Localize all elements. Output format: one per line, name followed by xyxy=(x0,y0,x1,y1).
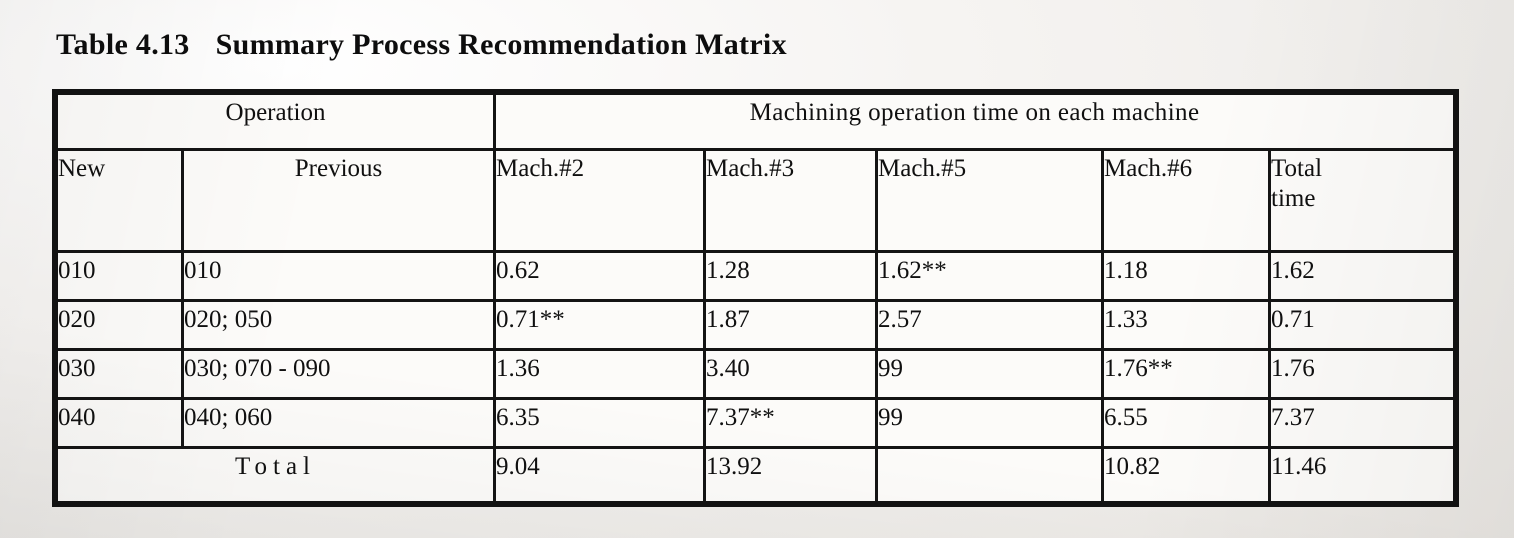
cell-mach5: 99 xyxy=(875,397,1104,449)
table-caption-label: Table 4.13 xyxy=(56,28,190,61)
total-row-label: Total xyxy=(54,446,496,505)
total-mach6: 10.82 xyxy=(1101,446,1271,505)
table-row: 020 020; 050 0.71** 1.87 2.57 1.33 0.71 xyxy=(54,299,1458,351)
cell-total-time: 7.37 xyxy=(1267,397,1458,449)
total-mach5 xyxy=(875,446,1104,505)
column-header-mach3: Mach.#3 xyxy=(703,148,878,253)
column-header-mach5: Mach.#5 xyxy=(875,148,1104,253)
column-header-previous: Previous xyxy=(181,148,496,253)
table-total-row: Total 9.04 13.92 10.82 11.46 xyxy=(54,446,1458,505)
total-mach3: 13.92 xyxy=(703,446,878,505)
scanned-page: Table 4.13 Summary Process Recommendation… xyxy=(0,0,1514,538)
cell-mach3: 1.28 xyxy=(703,250,878,302)
cell-previous: 020; 050 xyxy=(181,299,496,351)
total-mach2: 9.04 xyxy=(493,446,706,505)
cell-total-time: 0.71 xyxy=(1267,299,1458,351)
table-column-header-row: New Previous Mach.#2 Mach.#3 Mach.#5 Mac… xyxy=(54,148,1458,253)
cell-new: 010 xyxy=(54,250,184,302)
cell-mach6: 6.55 xyxy=(1101,397,1271,449)
cell-mach5: 99 xyxy=(875,348,1104,400)
column-header-mach2: Mach.#2 xyxy=(493,148,706,253)
cell-mach2: 1.36 xyxy=(493,348,706,400)
cell-mach6: 1.18 xyxy=(1101,250,1271,302)
cell-mach6: 1.76** xyxy=(1101,348,1271,400)
column-header-total-time-line2: time xyxy=(1271,184,1316,212)
cell-mach3: 1.87 xyxy=(703,299,878,351)
cell-mach5: 2.57 xyxy=(875,299,1104,351)
table-row: 040 040; 060 6.35 7.37** 99 6.55 7.37 xyxy=(54,397,1458,449)
cell-previous: 010 xyxy=(181,250,496,302)
total-total-time: 11.46 xyxy=(1267,446,1458,505)
group-header-machining: Machining operation time on each machine xyxy=(492,91,1458,151)
cell-mach3: 3.40 xyxy=(703,348,878,400)
table-row: 010 010 0.62 1.28 1.62** 1.18 1.62 xyxy=(54,250,1458,302)
table-caption: Table 4.13 Summary Process Recommendation… xyxy=(56,28,787,62)
cell-new: 030 xyxy=(54,348,184,400)
cell-new: 040 xyxy=(54,397,184,449)
cell-total-time: 1.76 xyxy=(1267,348,1458,400)
cell-mach6: 1.33 xyxy=(1101,299,1271,351)
cell-total-time: 1.62 xyxy=(1267,250,1458,302)
process-recommendation-table: Operation Machining operation time on ea… xyxy=(51,89,1460,507)
cell-mach2: 6.35 xyxy=(493,397,706,449)
cell-previous: 030; 070 - 090 xyxy=(181,348,496,400)
column-header-new: New xyxy=(54,148,184,253)
cell-new: 020 xyxy=(54,299,184,351)
table-container: Operation Machining operation time on ea… xyxy=(51,89,1460,507)
column-header-total-time: Total time xyxy=(1267,148,1458,253)
column-header-mach6: Mach.#6 xyxy=(1101,148,1271,253)
table-caption-title: Summary Process Recommendation Matrix xyxy=(215,28,787,61)
column-header-total-time-line1: Total xyxy=(1271,155,1323,182)
cell-mach2: 0.62 xyxy=(493,250,706,302)
cell-previous: 040; 060 xyxy=(181,397,496,449)
table-row: 030 030; 070 - 090 1.36 3.40 99 1.76** 1… xyxy=(54,348,1458,400)
cell-mach2: 0.71** xyxy=(493,299,706,351)
cell-mach5: 1.62** xyxy=(875,250,1104,302)
cell-mach3: 7.37** xyxy=(703,397,878,449)
group-header-operation: Operation xyxy=(54,91,496,151)
table-group-header-row: Operation Machining operation time on ea… xyxy=(54,91,1458,151)
